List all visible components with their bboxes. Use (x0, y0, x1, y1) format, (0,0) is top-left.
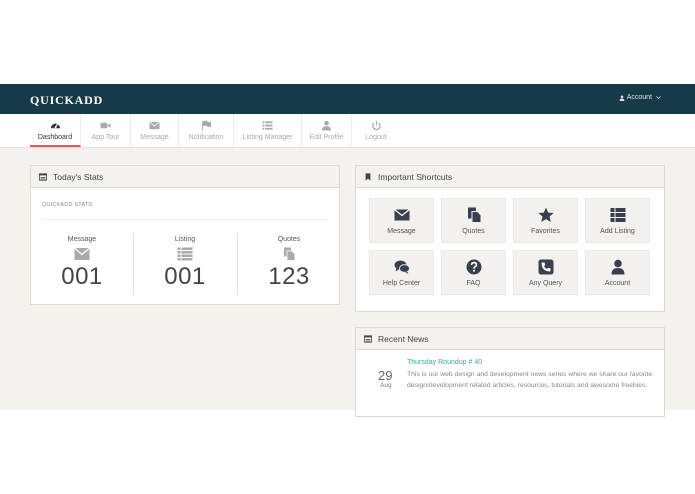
account-menu[interactable]: Account (619, 94, 661, 101)
copy-icon (284, 247, 296, 261)
tab-label: App Tour (91, 134, 120, 141)
news-title-link[interactable]: Thursday Roundup # 40 (407, 359, 482, 366)
panel-title: Recent News (378, 333, 429, 344)
shortcut-label: Quotes (462, 228, 485, 235)
tab-listing-manager[interactable]: Listing Manager (234, 114, 302, 147)
news-date-day: 29 (378, 368, 393, 383)
envelope-icon (149, 121, 160, 130)
tab-label: Edit Profile (309, 134, 344, 141)
stat-label: Message (67, 236, 97, 243)
tab-app-tour[interactable]: App Tour (81, 114, 131, 147)
bookmark-icon (365, 172, 371, 181)
tab-label: Dashboard (37, 134, 73, 141)
question-circle-icon (466, 259, 481, 275)
power-icon (371, 120, 381, 131)
panel-header: Recent News (356, 328, 664, 350)
envelope-icon (393, 209, 410, 221)
shortcut-label: Account (604, 280, 631, 287)
envelope-icon (74, 247, 90, 260)
panel-header: Today's Stats (31, 166, 339, 188)
stat-label: Listing (174, 236, 196, 243)
shortcut-add-listing[interactable]: Add Listing (585, 198, 650, 243)
account-menu-label: Account (626, 94, 652, 101)
panel-list-icon (364, 334, 372, 343)
shortcut-message[interactable]: Message (369, 198, 434, 243)
shortcut-label: Help Center (382, 280, 421, 287)
tab-label: Logout (365, 134, 387, 141)
tab-notification[interactable]: Notification (179, 114, 234, 147)
user-icon (619, 94, 625, 101)
comments-icon (394, 260, 410, 274)
panel-header: Important Shortcuts (356, 166, 664, 188)
phone-icon (538, 259, 553, 275)
list-icon (177, 247, 193, 261)
tab-logout[interactable]: Logout (352, 114, 400, 147)
shortcut-faq[interactable]: FAQ (441, 250, 506, 295)
star-icon (537, 207, 554, 222)
divider (42, 219, 328, 220)
stat-quotes[interactable]: Quotes 123 (239, 236, 339, 291)
tab-message[interactable]: Message (131, 114, 179, 147)
shortcut-label: Favorites (531, 228, 560, 235)
tab-label: Listing Manager (242, 134, 293, 141)
divider (133, 234, 134, 294)
dashboard-icon (50, 123, 60, 129)
tab-dashboard[interactable]: Dashboard (30, 114, 81, 147)
main-tabbar: Dashboard App Tour Message Notification … (0, 114, 695, 148)
top-navbar: QUICKADD Account (0, 84, 695, 114)
stat-value: 001 (164, 263, 206, 290)
stats-panel: Today's Stats QUICKADD STATS Message 001… (30, 165, 340, 305)
stat-message[interactable]: Message 001 (32, 236, 132, 291)
stat-value: 001 (61, 263, 103, 290)
panel-title: Important Shortcuts (378, 171, 453, 182)
tab-label: Notification (188, 134, 224, 141)
shortcut-label: Any Query (528, 280, 563, 287)
th-list-icon (610, 208, 625, 222)
tab-edit-profile[interactable]: Edit Profile (302, 114, 352, 147)
tab-label: Message (140, 134, 169, 141)
shortcut-quotes[interactable]: Quotes (441, 198, 506, 243)
news-excerpt: This is our web design and development n… (407, 371, 653, 389)
shortcuts-panel: Important Shortcuts Message Quotes Favor… (355, 165, 665, 312)
panel-title: Today's Stats (53, 171, 104, 182)
news-item: 29 Aug Thursday Roundup # 40 This is our… (356, 350, 664, 410)
shortcut-any-query[interactable]: Any Query (513, 250, 578, 295)
divider (237, 234, 238, 294)
copy-icon (467, 207, 481, 223)
brand-logo[interactable]: QUICKADD (30, 93, 103, 108)
shortcut-help-center[interactable]: Help Center (369, 250, 434, 295)
stat-value: 123 (268, 263, 310, 290)
shortcut-favorites[interactable]: Favorites (513, 198, 578, 243)
shortcut-label: Add Listing (600, 228, 635, 235)
stats-subtitle: QUICKADD STATS (42, 202, 93, 208)
stat-listing[interactable]: Listing 001 (135, 236, 235, 291)
flag-icon (201, 120, 211, 131)
news-panel: Recent News 29 Aug Thursday Roundup # 40… (355, 327, 665, 417)
user-icon (321, 120, 332, 131)
shortcut-label: Message (387, 228, 416, 235)
shortcut-account[interactable]: Account (585, 250, 650, 295)
user-icon (611, 259, 624, 275)
content-area: Today's Stats QUICKADD STATS Message 001… (0, 148, 695, 417)
shortcut-label: FAQ (466, 280, 481, 287)
list-icon (262, 121, 273, 130)
chevron-down-icon (656, 96, 661, 100)
video-camera-icon (100, 122, 111, 129)
panel-list-icon (39, 172, 47, 181)
news-date-month: Aug (380, 382, 392, 389)
stat-label: Quotes (277, 236, 301, 243)
